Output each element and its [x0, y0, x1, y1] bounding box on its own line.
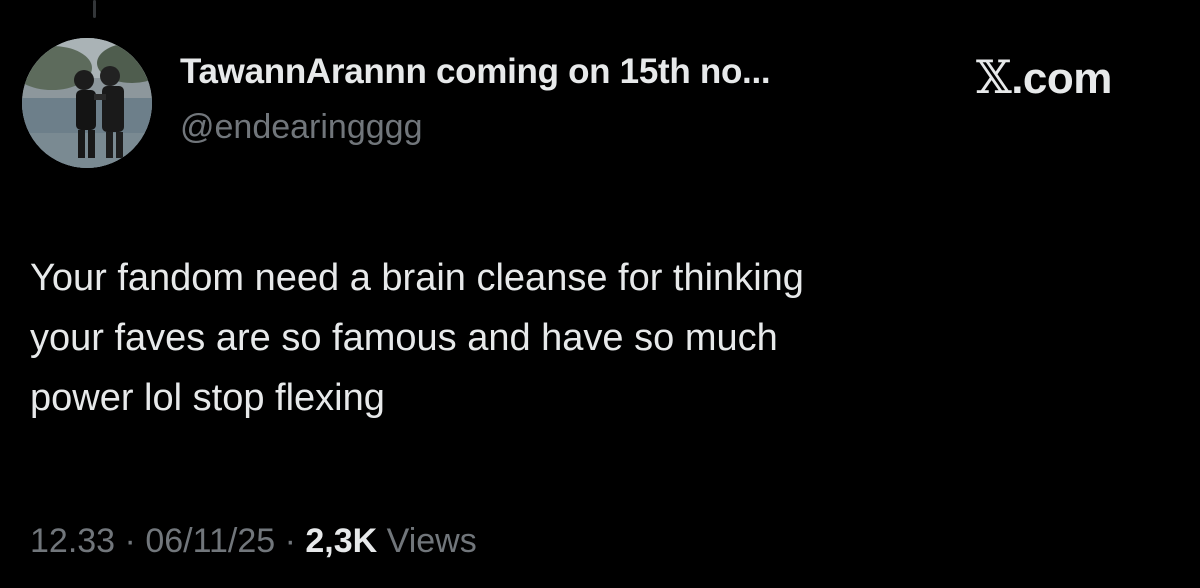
- views-count[interactable]: 2,3K: [305, 522, 377, 560]
- tweet-body: Your fandom need a brain cleanse for thi…: [30, 248, 1110, 428]
- tweet-meta: 12.33 · 06/11/25 · 2,3K Views: [30, 522, 477, 561]
- thread-connector-line: [93, 0, 96, 18]
- meta-separator: ·: [115, 522, 146, 560]
- tweet-line: Your fandom need a brain cleanse for thi…: [30, 257, 804, 299]
- tweet-date[interactable]: 06/11/25: [145, 522, 275, 560]
- meta-separator: ·: [275, 522, 306, 560]
- tweet-line: power lol stop flexing: [30, 377, 385, 419]
- author-display-name[interactable]: TawannArannn coming on 15th no...: [180, 52, 771, 92]
- x-com-watermark: 𝕏.com: [976, 50, 1112, 104]
- avatar-image: [22, 38, 152, 168]
- brand-suffix: .com: [1011, 54, 1112, 103]
- avatar[interactable]: [22, 38, 152, 168]
- tweet-line: your faves are so famous and have so muc…: [30, 317, 778, 359]
- views-label: Views: [377, 522, 477, 560]
- x-logo-icon: 𝕏: [976, 50, 1012, 104]
- author-handle[interactable]: @endearingggg: [180, 108, 422, 147]
- tweet-time[interactable]: 12.33: [30, 522, 115, 560]
